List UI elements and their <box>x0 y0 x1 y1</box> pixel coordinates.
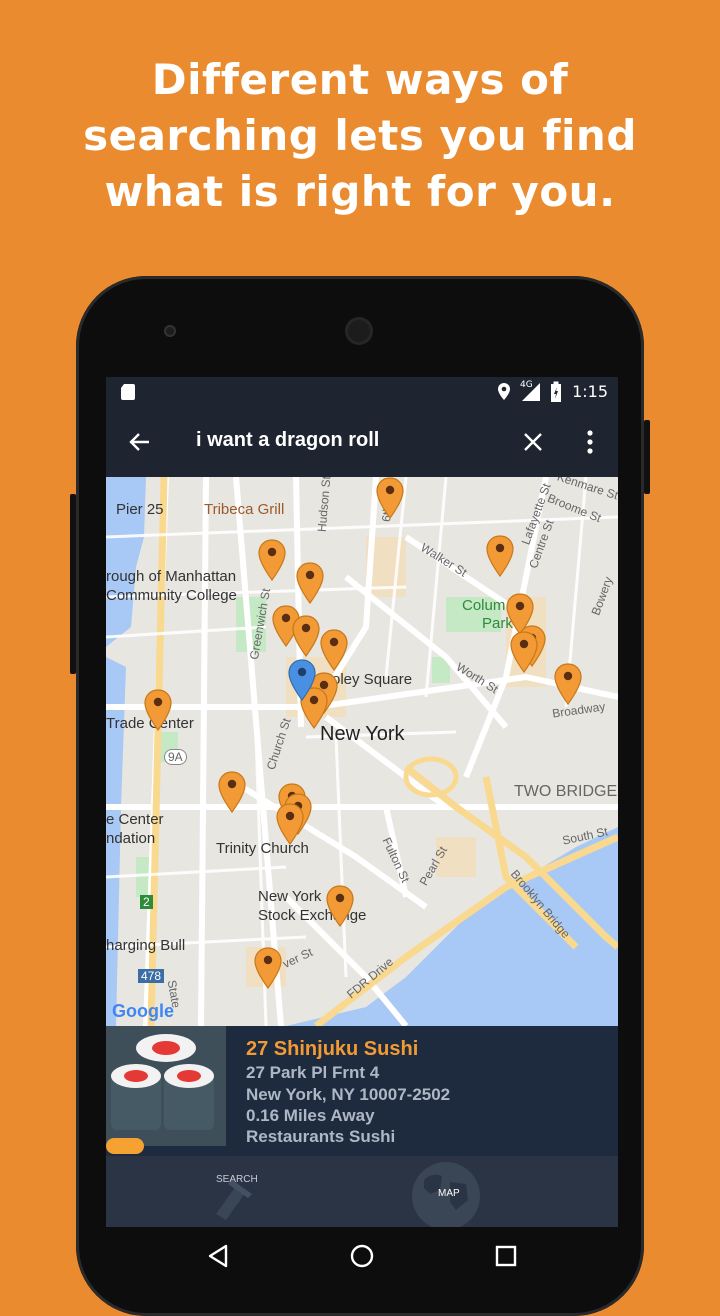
map-label-columbus: Colum <box>462 597 506 614</box>
sd-card-icon <box>121 384 135 400</box>
clear-icon[interactable] <box>522 431 544 453</box>
phone-power-button <box>644 420 650 494</box>
restaurant-pin[interactable] <box>326 885 354 927</box>
bottom-tab-bar: SEARCH MAP <box>106 1156 618 1227</box>
restaurant-pin[interactable] <box>276 803 304 845</box>
map-label-pier: Pier 25 <box>116 501 164 518</box>
result-distance: 0.16 Miles Away <box>246 1106 375 1125</box>
status-bar: 4G 1:15 <box>106 377 618 407</box>
tab-map[interactable]: MAP <box>410 1160 482 1227</box>
headline-line-2: searching lets you find <box>83 111 637 160</box>
map-label-charging-bull: harging Bull <box>106 937 186 954</box>
map-label-new-york: New York <box>320 723 405 745</box>
back-nav-icon[interactable] <box>206 1244 230 1268</box>
headline-line-3: what is right for you. <box>104 167 616 216</box>
restaurant-pin[interactable] <box>510 631 538 673</box>
route-478-shield: 478 <box>138 969 165 983</box>
restaurant-pin[interactable] <box>218 771 246 813</box>
proximity-sensor <box>164 325 176 337</box>
result-card[interactable]: 27 Shinjuku Sushi 27 Park Pl Frnt 4 New … <box>106 1026 618 1156</box>
map-label-center: e Center <box>106 811 164 828</box>
result-name[interactable]: 27 Shinjuku Sushi <box>246 1038 418 1061</box>
system-navigation-bar <box>0 1228 720 1280</box>
clock: 1:15 <box>572 382 608 401</box>
tab-search-label: SEARCH <box>216 1174 258 1185</box>
search-app-bar: i want a dragon roll <box>106 407 618 477</box>
battery-icon <box>551 381 561 402</box>
map-label-foundation: ndation <box>106 830 156 847</box>
map-label-tribeca: Tribeca Grill <box>204 501 285 518</box>
location-icon <box>498 383 510 400</box>
current-location-pin[interactable] <box>288 659 316 701</box>
restaurant-pin[interactable] <box>554 663 582 705</box>
result-address-2: New York, NY 10007-2502 <box>246 1085 451 1104</box>
phone-screen: 4G 1:15 i want a dragon roll Pier 25 Tri… <box>106 377 618 1227</box>
map-label-two-bridges: TWO BRIDGES <box>514 783 618 800</box>
map-label-nyse-1: New York <box>258 888 322 905</box>
map-view[interactable]: Pier 25 Tribeca Grill rough of Manhattan… <box>106 477 618 1026</box>
recents-nav-icon[interactable] <box>495 1245 517 1267</box>
map-label-borough-1: rough of Manhattan <box>106 568 237 585</box>
headline: Different ways of searching lets you fin… <box>0 52 720 220</box>
headline-line-1: Different ways of <box>151 55 569 104</box>
tab-map-label: MAP <box>438 1188 460 1199</box>
restaurant-pin[interactable] <box>320 629 348 671</box>
route-9a-shield: 9A <box>164 749 187 765</box>
restaurant-pin[interactable] <box>376 477 404 519</box>
front-camera <box>345 317 373 345</box>
map-label-borough-2: Community College <box>106 587 237 604</box>
phone-volume-button <box>70 494 76 674</box>
result-category: Restaurants Sushi <box>246 1127 396 1146</box>
restaurant-pin[interactable] <box>292 615 320 657</box>
search-query-text[interactable]: i want a dragon roll <box>196 429 379 452</box>
map-label-foley-square: oley Square <box>332 671 413 688</box>
restaurant-pin[interactable] <box>258 539 286 581</box>
signal-icon <box>522 383 540 401</box>
sushi-thumbnail <box>106 1026 226 1146</box>
google-logo: Google <box>112 1001 174 1021</box>
restaurant-pin[interactable] <box>486 535 514 577</box>
restaurant-pin[interactable] <box>254 947 282 989</box>
loading-indicator <box>106 1138 144 1154</box>
overflow-menu-icon[interactable] <box>586 430 594 454</box>
tab-search[interactable]: SEARCH <box>196 1166 276 1222</box>
back-arrow-icon[interactable] <box>128 430 152 454</box>
result-address-1: 27 Park Pl Frnt 4 <box>246 1063 380 1082</box>
home-nav-icon[interactable] <box>349 1243 375 1269</box>
route-2-shield: 2 <box>140 895 153 909</box>
restaurant-pin[interactable] <box>144 689 172 731</box>
restaurant-pin[interactable] <box>296 562 324 604</box>
